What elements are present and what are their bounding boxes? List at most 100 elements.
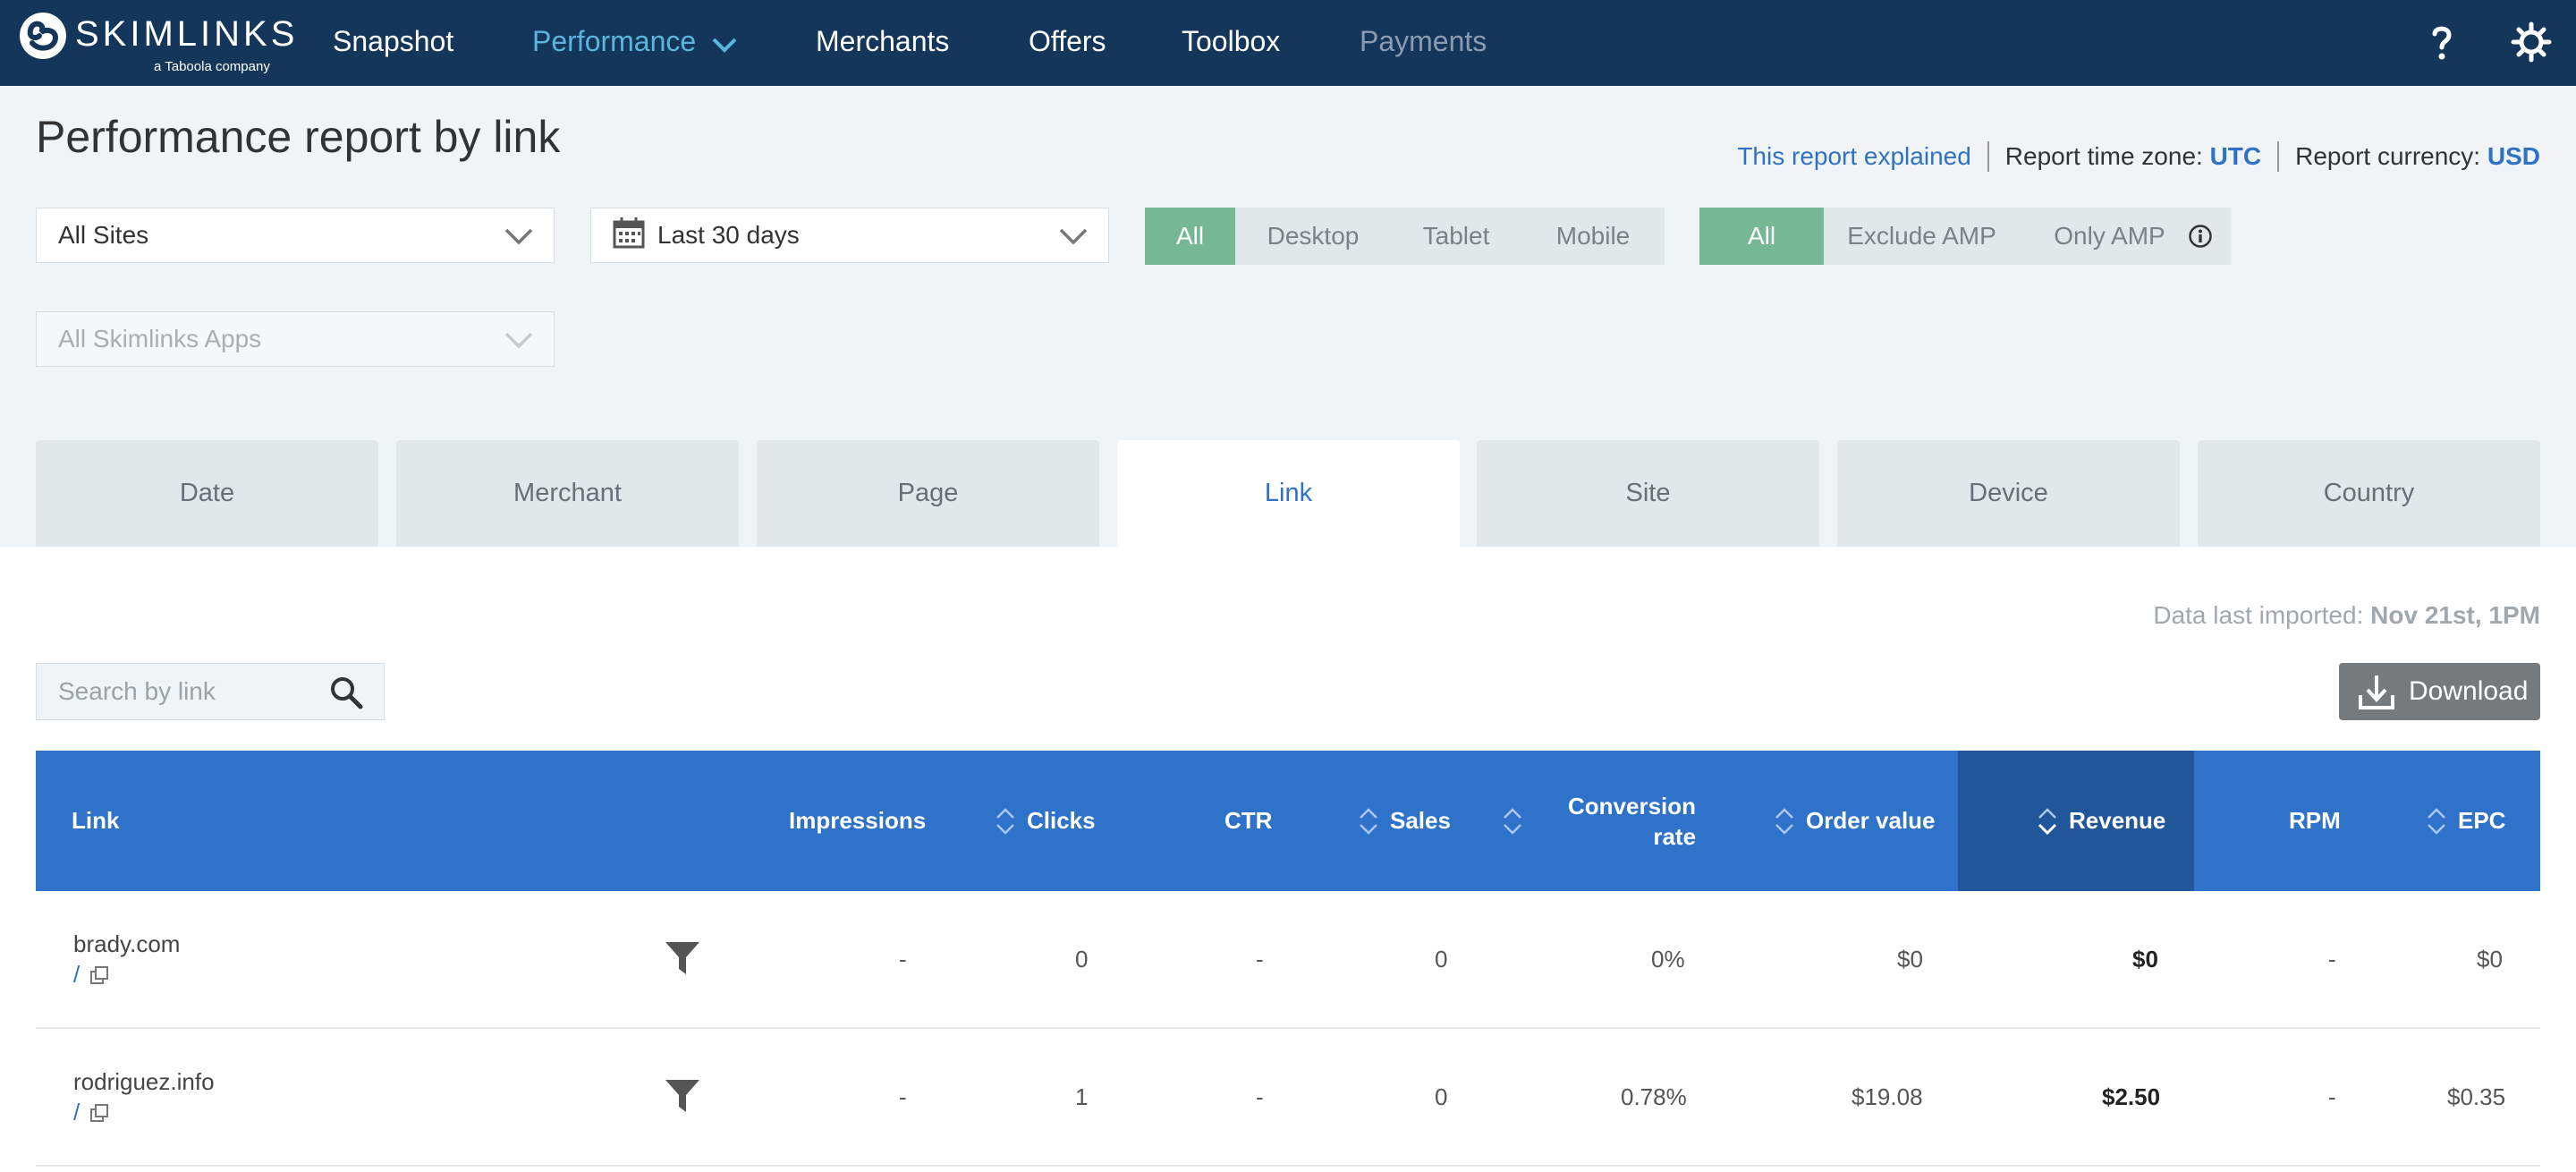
download-icon: [2359, 675, 2394, 709]
column-header-order-value[interactable]: Order value: [1774, 751, 1936, 891]
data-last-imported-label: Data last imported:: [2153, 601, 2364, 629]
sort-icon: [1360, 807, 1377, 835]
tab-date[interactable]: Date: [36, 440, 378, 547]
timezone-value: UTC: [2209, 142, 2262, 170]
date-range-select[interactable]: Last 30 days: [590, 208, 1109, 263]
column-header-revenue[interactable]: Revenue: [1958, 751, 2194, 891]
help-icon[interactable]: [2419, 20, 2464, 64]
currency-label: Report currency:: [2295, 142, 2481, 170]
column-header-sales[interactable]: Sales: [1358, 751, 1451, 891]
amp-option-all[interactable]: All: [1699, 208, 1824, 265]
info-icon[interactable]: [2188, 208, 2231, 265]
column-header-clicks-label: Clicks: [1027, 807, 1096, 834]
column-header-epc[interactable]: EPC: [2426, 751, 2505, 891]
brand-wordmark: SKIMLINKS: [75, 14, 299, 54]
sites-select[interactable]: All Sites: [36, 208, 555, 263]
column-header-epc-label: EPC: [2458, 807, 2506, 834]
nav-item-merchants[interactable]: Merchants: [816, 0, 949, 86]
cell-impressions: -: [899, 945, 907, 972]
copy-icon[interactable]: [89, 964, 110, 986]
sort-icon: [1775, 807, 1793, 835]
tab-site[interactable]: Site: [1477, 440, 1819, 547]
search-input[interactable]: Search by link: [36, 663, 385, 720]
skimlinks-logo[interactable]: SKIMLINKS a Taboola company: [20, 11, 294, 74]
cell-sales: 0: [1435, 1083, 1448, 1110]
device-toggle-group: All Desktop Tablet Mobile: [1145, 208, 1665, 265]
chevron-down-icon: [711, 3, 738, 85]
nav-item-payments[interactable]: Payments: [1360, 0, 1487, 86]
copy-icon[interactable]: [89, 1102, 110, 1124]
column-header-impressions[interactable]: Impressions: [789, 751, 926, 891]
cell-revenue: $2.50: [2102, 1083, 2161, 1110]
chevron-down-icon: [504, 328, 534, 357]
column-header-ctr[interactable]: CTR: [1224, 751, 1272, 891]
device-option-all[interactable]: All: [1145, 208, 1235, 265]
column-header-conversion-rate-label: Conversion rate: [1568, 791, 1696, 852]
column-header-revenue-label: Revenue: [2069, 807, 2166, 834]
nav-item-offers[interactable]: Offers: [1029, 0, 1106, 86]
link-path-text: /: [73, 961, 80, 988]
divider: [1987, 141, 1989, 172]
date-range-value: Last 30 days: [657, 221, 800, 249]
device-option-desktop[interactable]: Desktop: [1235, 208, 1391, 265]
sort-icon: [996, 807, 1014, 835]
sort-descending-icon: [2038, 807, 2057, 835]
cell-rpm: -: [2328, 945, 2336, 972]
cell-epc: $0.35: [2447, 1083, 2506, 1110]
link-name[interactable]: rodriguez.info: [73, 1068, 215, 1096]
cell-conversion-rate: 0%: [1651, 945, 1685, 972]
device-option-tablet[interactable]: Tablet: [1391, 208, 1521, 265]
table-row: rodriguez.info / - 1 - 0 0.78% $19.08 $2…: [36, 1029, 2540, 1167]
apps-select: All Skimlinks Apps: [36, 311, 555, 367]
cell-sales: 0: [1435, 945, 1448, 972]
search-placeholder: Search by link: [58, 677, 216, 705]
column-header-conversion-rate[interactable]: Conversion rate: [1502, 751, 1696, 891]
cell-order-value: $0: [1897, 945, 1923, 972]
cell-revenue: $0: [2132, 945, 2158, 972]
conversion-rate-line1: Conversion: [1568, 792, 1697, 820]
skimlinks-logo-icon: [20, 13, 66, 59]
currency-value: USD: [2487, 142, 2540, 170]
tab-page[interactable]: Page: [757, 440, 1099, 547]
sort-icon: [1504, 807, 1521, 835]
link-path[interactable]: /: [73, 1099, 110, 1126]
top-navigation-bar: SKIMLINKS a Taboola company Snapshot Per…: [0, 0, 2576, 86]
cell-clicks: 0: [1075, 945, 1089, 972]
apps-select-value: All Skimlinks Apps: [58, 325, 262, 352]
nav-item-toolbox[interactable]: Toolbox: [1182, 0, 1280, 86]
filter-icon[interactable]: [664, 939, 701, 981]
cell-ctr: -: [1256, 945, 1264, 972]
nav-item-snapshot[interactable]: Snapshot: [333, 0, 453, 86]
conversion-rate-line2: rate: [1653, 822, 1697, 850]
tab-device[interactable]: Device: [1837, 440, 2180, 547]
data-last-imported-value: Nov 21st, 1PM: [2370, 601, 2540, 629]
link-path[interactable]: /: [73, 961, 110, 989]
link-name[interactable]: brady.com: [73, 930, 180, 958]
column-header-clicks[interactable]: Clicks: [995, 751, 1096, 891]
amp-option-exclude[interactable]: Exclude AMP: [1824, 208, 2020, 265]
report-explained-link[interactable]: This report explained: [1737, 142, 1970, 171]
amp-option-only[interactable]: Only AMP: [2020, 208, 2188, 265]
brand-tagline: a Taboola company: [154, 59, 270, 74]
nav-item-performance[interactable]: Performance: [532, 0, 738, 86]
chevron-down-icon: [504, 225, 534, 253]
filter-icon[interactable]: [664, 1077, 701, 1119]
column-header-order-value-label: Order value: [1806, 807, 1936, 834]
settings-gear-icon[interactable]: [2509, 20, 2554, 64]
tab-country[interactable]: Country: [2198, 440, 2540, 547]
tab-link[interactable]: Link: [1117, 440, 1460, 547]
column-header-link: Link: [72, 807, 120, 834]
cell-impressions: -: [899, 1083, 907, 1110]
cell-ctr: -: [1256, 1083, 1264, 1110]
calendar-icon: [613, 217, 645, 255]
sites-select-value: All Sites: [58, 221, 149, 249]
tab-merchant[interactable]: Merchant: [396, 440, 739, 547]
search-icon[interactable]: [328, 675, 364, 717]
cell-conversion-rate: 0.78%: [1621, 1083, 1687, 1110]
column-header-rpm[interactable]: RPM: [2289, 751, 2341, 891]
device-option-mobile[interactable]: Mobile: [1521, 208, 1665, 265]
download-label: Download: [2409, 676, 2529, 706]
download-button[interactable]: Download: [2339, 663, 2540, 720]
cell-epc: $0: [2477, 945, 2503, 972]
table-header: Link Impressions Clicks CTR Sales Conver…: [36, 751, 2540, 891]
